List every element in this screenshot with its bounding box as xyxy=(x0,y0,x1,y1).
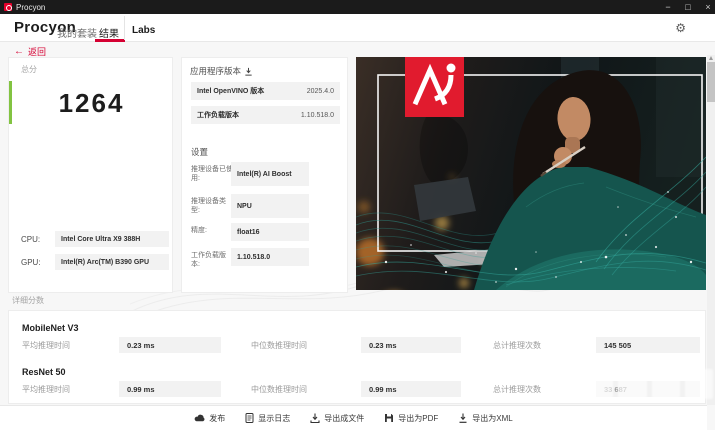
cloud-upload-icon xyxy=(194,413,205,423)
export-pdf-label: 导出为PDF xyxy=(398,413,438,424)
device-type-label: 推理设备类型: xyxy=(191,197,233,215)
app-version-title: 应用程序版本 xyxy=(190,65,241,77)
scrollbar-track[interactable] xyxy=(707,55,715,405)
window-title: Procyon xyxy=(16,3,45,12)
workload-version-label: 工作负载版本 xyxy=(197,110,239,120)
tab-results[interactable]: 结果 xyxy=(99,25,119,40)
workload-version-value: 1.10.518.0 xyxy=(301,112,334,119)
device-type-value: NPU xyxy=(237,203,252,210)
settings-title: 设置 xyxy=(191,146,208,158)
window-edge xyxy=(715,0,720,430)
precision-box: float16 xyxy=(231,223,309,241)
group-mobilenet-name: MobileNet V3 xyxy=(22,323,79,333)
openvino-version-row: Intel OpenVINO 版本 2025.4.0 xyxy=(191,82,340,100)
gear-icon[interactable]: ⚙ xyxy=(675,21,686,35)
configuration-card: 应用程序版本 Intel OpenVINO 版本 2025.4.0 工作负载版本… xyxy=(181,57,348,293)
publish-button[interactable]: 发布 xyxy=(194,413,225,424)
export-xml-button[interactable]: 导出为XML xyxy=(458,413,512,424)
overall-score-card: 总分 1264 CPU: Intel Core Ultra X9 388H GP… xyxy=(8,57,173,293)
mobilenet-median-label: 中位数推理时间 xyxy=(251,340,307,351)
scrollbar-up-arrow[interactable] xyxy=(709,56,713,60)
gpu-value-box: Intel(R) Arc(TM) B390 GPU xyxy=(55,254,169,270)
openvino-version-label: Intel OpenVINO 版本 xyxy=(197,86,264,96)
export-file-label: 导出成文件 xyxy=(324,413,364,424)
resnet-count-value: 33 687 xyxy=(604,385,627,394)
tab-my-suites[interactable]: 我的套装 xyxy=(57,25,97,40)
inference-device-label: 推理设备已使用: xyxy=(191,165,233,183)
workload-version-row: 工作负载版本 1.10.518.0 xyxy=(191,106,340,124)
procyon-ai-logo xyxy=(405,57,464,117)
show-logs-label: 显示日志 xyxy=(258,413,290,424)
mobilenet-avg-value: 0.23 ms xyxy=(127,341,155,350)
mobilenet-median-value: 0.23 ms xyxy=(369,341,397,350)
device-type-box: NPU xyxy=(231,194,309,218)
resnet-avg-label: 平均推理时间 xyxy=(22,384,70,395)
export-xml-label: 导出为XML xyxy=(472,413,512,424)
precision-value: float16 xyxy=(237,229,260,236)
resnet-avg-box: 0.99 ms xyxy=(119,381,221,397)
resnet-median-value: 0.99 ms xyxy=(369,385,397,394)
inference-device-value: Intel(R) AI Boost xyxy=(237,171,292,178)
export-file-icon xyxy=(310,413,320,423)
group-resnet-name: ResNet 50 xyxy=(22,367,66,377)
workload-version2-box: 1.10.518.0 xyxy=(231,248,309,266)
mobilenet-median-box: 0.23 ms xyxy=(361,337,461,353)
active-tab-underline xyxy=(95,39,125,42)
nav-divider xyxy=(124,16,125,40)
resnet-median-box: 0.99 ms xyxy=(361,381,461,397)
publish-label: 发布 xyxy=(209,413,225,424)
download-icon[interactable] xyxy=(244,67,253,76)
detailed-scores-title: 详细分数 xyxy=(12,295,44,306)
mobilenet-count-box: 145 505 xyxy=(596,337,700,353)
hero-image xyxy=(356,57,706,290)
openvino-version-value: 2025.4.0 xyxy=(307,88,334,95)
export-xml-icon xyxy=(458,413,468,423)
show-logs-button[interactable]: 显示日志 xyxy=(245,413,290,424)
nav-bar: Procyon 我的套装 结果 Labs ⚙ xyxy=(0,14,720,42)
cpu-value: Intel Core Ultra X9 388H xyxy=(61,236,140,243)
resnet-count-label: 总计推理次数 xyxy=(493,384,541,395)
precision-label: 精度: xyxy=(191,226,233,235)
footer-toolbar: 发布 显示日志 导出成文件 导出为PDF xyxy=(0,405,707,430)
export-file-button[interactable]: 导出成文件 xyxy=(310,413,364,424)
mobilenet-count-value: 145 505 xyxy=(604,341,631,350)
workload-version2-value: 1.10.518.0 xyxy=(237,254,270,261)
minimize-button[interactable]: − xyxy=(658,0,678,14)
log-file-icon xyxy=(245,413,254,423)
title-bar: Procyon − □ × xyxy=(0,0,720,14)
save-pdf-icon xyxy=(384,413,394,423)
detailed-scores-card: MobileNet V3 平均推理时间 0.23 ms 中位数推理时间 0.23… xyxy=(8,310,706,404)
mobilenet-count-label: 总计推理次数 xyxy=(493,340,541,351)
gpu-value: Intel(R) Arc(TM) B390 GPU xyxy=(61,259,149,266)
cpu-label: CPU: xyxy=(21,235,40,244)
tab-labs[interactable]: Labs xyxy=(132,25,155,36)
export-pdf-button[interactable]: 导出为PDF xyxy=(384,413,438,424)
resnet-median-label: 中位数推理时间 xyxy=(251,384,307,395)
resnet-avg-value: 0.99 ms xyxy=(127,385,155,394)
mobilenet-avg-label: 平均推理时间 xyxy=(22,340,70,351)
procyon-app-window: Procyon − □ × Procyon 我的套装 结果 Labs ⚙ ← 返… xyxy=(0,0,720,430)
hero-illustration xyxy=(356,57,706,290)
overall-score-title: 总分 xyxy=(21,64,37,75)
scrollbar-thumb[interactable] xyxy=(707,62,715,102)
workload-version2-label: 工作负载版本: xyxy=(191,251,233,269)
mobilenet-avg-box: 0.23 ms xyxy=(119,337,221,353)
gpu-label: GPU: xyxy=(21,258,41,267)
cpu-value-box: Intel Core Ultra X9 388H xyxy=(55,231,169,247)
ul-app-icon xyxy=(4,3,12,11)
maximize-button[interactable]: □ xyxy=(678,0,698,14)
resnet-count-box: 33 687 xyxy=(596,381,700,397)
inference-device-box: Intel(R) AI Boost xyxy=(231,162,309,186)
back-arrow-icon: ← xyxy=(14,46,24,57)
overall-score-value: 1264 xyxy=(9,88,174,119)
